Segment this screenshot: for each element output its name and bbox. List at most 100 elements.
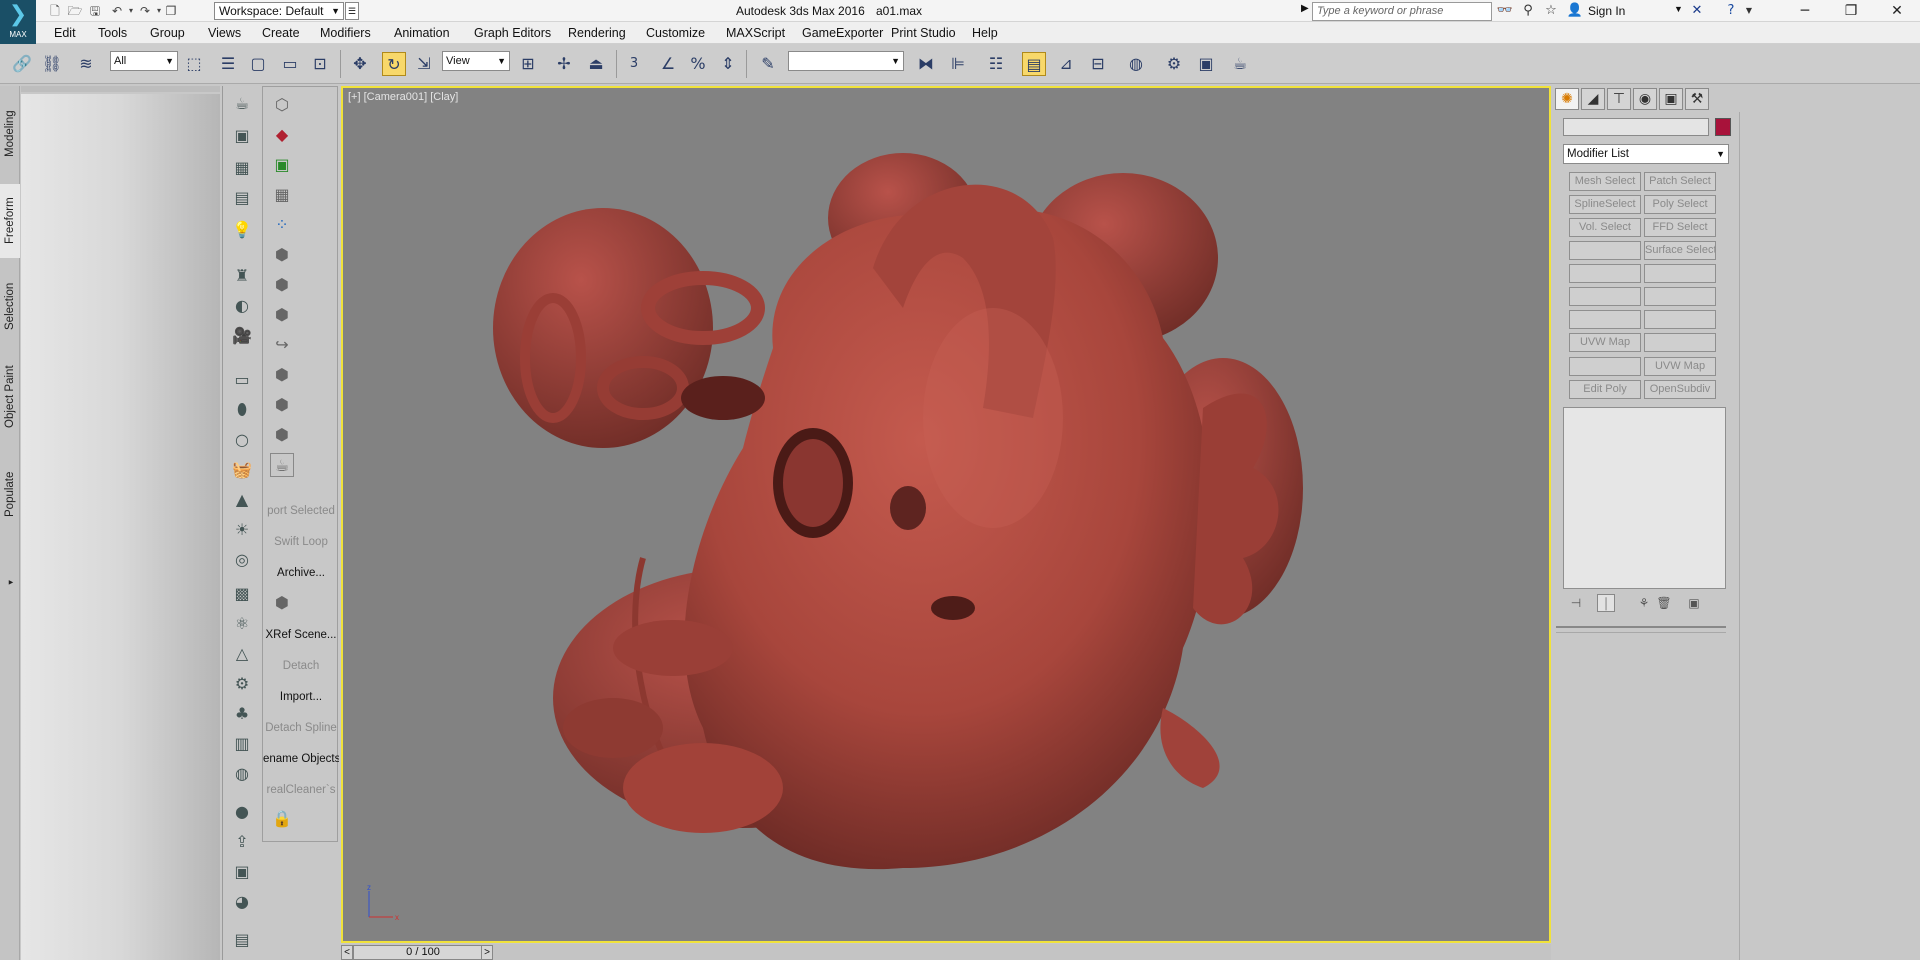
create-tab-sun-icon[interactable]: ✺ — [1555, 88, 1579, 110]
render-teapot-icon[interactable]: ☕ — [1228, 52, 1252, 76]
snaps-toggle-icon[interactable]: 3 — [622, 52, 646, 76]
cube-4-icon[interactable]: ⬢ — [270, 363, 294, 387]
pyramid-icon[interactable]: △ — [230, 642, 254, 666]
search-input[interactable]: Type a keyword or phrase — [1312, 2, 1492, 21]
object-name-field[interactable] — [1563, 118, 1709, 136]
stand-icon[interactable]: ♜ — [230, 264, 254, 288]
cube-5-icon[interactable]: ⬢ — [270, 393, 294, 417]
teapot-icon[interactable]: ☕ — [230, 92, 254, 116]
previous-frame-button[interactable]: < — [341, 945, 353, 960]
mesh-select-button[interactable]: Mesh Select — [1569, 172, 1641, 191]
project-folder-icon[interactable]: ❐ — [162, 3, 180, 19]
save-file-icon[interactable]: 🖫 — [86, 3, 104, 19]
chevron-down-icon[interactable]: ▼ — [1674, 4, 1683, 14]
menu-gameexporter[interactable]: GameExporter — [802, 26, 883, 40]
select-and-manipulate-icon[interactable]: ⊡ — [308, 52, 332, 76]
modifier-list-dropdown[interactable]: Modifier List ▼ — [1563, 144, 1729, 164]
uvw-map-button[interactable]: UVW Map — [1569, 333, 1641, 352]
plane-icon[interactable]: ▭ — [230, 368, 254, 392]
angle-snap-icon[interactable]: ∠ — [656, 52, 680, 76]
calculator-icon[interactable]: ▦ — [230, 156, 254, 180]
show-end-result-icon[interactable]: ⏐ — [1597, 594, 1615, 612]
viewport-label[interactable]: [+] [Camera001] [Clay] — [348, 91, 458, 103]
rename-objects-button[interactable]: ename Objects — [263, 753, 339, 765]
rendered-frame-window-icon[interactable]: ▣ — [1194, 52, 1218, 76]
select-manipulate-icon[interactable]: ✢ — [552, 52, 576, 76]
display-tab-icon[interactable]: ▣ — [1659, 88, 1683, 110]
ribbon-expand-icon[interactable]: ◂ — [0, 572, 20, 592]
configure-modifier-sets-icon[interactable]: ▣ — [1685, 594, 1703, 612]
minimize-button[interactable]: ─ — [1782, 0, 1828, 22]
align-icon[interactable]: ⊫ — [946, 52, 970, 76]
render-frame-icon[interactable]: ▣ — [230, 124, 254, 148]
gear-sphere-icon[interactable]: ⚙ — [230, 672, 254, 696]
table-icon[interactable]: ▤ — [230, 186, 254, 210]
uvw-map-button[interactable]: UVW Map — [1644, 357, 1716, 376]
cube-6-icon[interactable]: ⬢ — [270, 423, 294, 447]
sun-icon[interactable]: ☀ — [230, 518, 254, 542]
tab-populate[interactable]: Populate — [0, 454, 20, 534]
modifier-button-empty[interactable] — [1644, 287, 1716, 306]
curve-editor-icon[interactable]: ⊿ — [1054, 52, 1078, 76]
tab-selection[interactable]: Selection — [0, 270, 20, 342]
modify-tab-icon[interactable]: ◢ — [1581, 88, 1605, 110]
menu-create[interactable]: Create — [262, 26, 300, 40]
autodesk-exchange-icon[interactable]: ✕ — [1688, 3, 1706, 19]
spline-select-button[interactable]: SplineSelect — [1569, 195, 1641, 214]
modifier-button-empty[interactable] — [1644, 310, 1716, 329]
menu-maxscript[interactable]: MAXScript — [726, 26, 785, 40]
select-and-scale-icon[interactable]: ⇲ — [412, 52, 436, 76]
shell-icon[interactable]: ◍ — [230, 762, 254, 786]
selection-filter-dropdown[interactable]: All ▼ — [110, 51, 178, 71]
select-and-move-icon[interactable]: ✥ — [348, 52, 372, 76]
lock-icon[interactable]: 🔒 — [270, 807, 294, 831]
pivot-center-icon[interactable]: ⊞ — [516, 52, 540, 76]
cube-3-icon[interactable]: ⬢ — [270, 303, 294, 327]
swift-loop-button[interactable]: Swift Loop — [263, 536, 339, 548]
poly-select-button[interactable]: Poly Select — [1644, 195, 1716, 214]
new-file-icon[interactable]: 🗋 — [46, 3, 64, 19]
rectangular-selection-icon[interactable]: ▢ — [246, 52, 270, 76]
menu-animation[interactable]: Animation — [394, 26, 450, 40]
bind-space-warp-icon[interactable]: ≋ — [74, 52, 98, 76]
menu-graph-editors[interactable]: Graph Editors — [474, 26, 551, 40]
menu-views[interactable]: Views — [208, 26, 241, 40]
help-dropdown-icon[interactable]: ▼ — [1740, 3, 1758, 19]
toggle-ribbon-icon[interactable]: ▤ — [1022, 52, 1046, 76]
tab-object-paint[interactable]: Object Paint — [0, 352, 20, 442]
detach-button[interactable]: Detach — [263, 660, 339, 672]
percent-snap-icon[interactable]: % — [686, 52, 710, 76]
camera-film-icon[interactable]: 🎥 — [230, 324, 254, 348]
tab-modeling[interactable]: Modeling — [0, 94, 20, 174]
select-object-icon[interactable]: ⬚ — [182, 52, 206, 76]
restore-button[interactable]: ❐ — [1828, 0, 1874, 22]
render-setup-icon[interactable]: ⚙ — [1162, 52, 1186, 76]
modifier-button-empty[interactable] — [1569, 287, 1641, 306]
workspace-dropdown[interactable]: Workspace: Default ▼ — [214, 2, 344, 20]
cube-7-icon[interactable]: ⬢ — [270, 591, 294, 615]
modifier-button-empty[interactable] — [1569, 241, 1641, 260]
named-selection-sets-dropdown[interactable]: ▼ — [788, 51, 904, 71]
menu-help[interactable]: Help — [972, 26, 998, 40]
quick-access-customize-icon[interactable]: ☰ — [345, 2, 359, 20]
realcleaner-button[interactable]: realCleaner`s — [263, 784, 339, 796]
time-slider[interactable]: 0 / 100 — [353, 945, 493, 960]
utilities-tab-hammer-icon[interactable]: ⚒ — [1685, 88, 1709, 110]
sphere-icon[interactable]: ◐ — [230, 294, 254, 318]
application-menu-button[interactable]: ❯ MAX — [0, 0, 36, 44]
menu-tools[interactable]: Tools — [98, 26, 127, 40]
menu-modifiers[interactable]: Modifiers — [320, 26, 371, 40]
ffd-select-button[interactable]: FFD Select — [1644, 218, 1716, 237]
material-editor-icon[interactable]: ◍ — [1124, 52, 1148, 76]
patch-select-button[interactable]: Patch Select — [1644, 172, 1716, 191]
tab-freeform[interactable]: Freeform — [0, 184, 20, 258]
chest-icon[interactable]: ▥ — [230, 732, 254, 756]
communication-center-icon[interactable]: ⚲ — [1519, 3, 1537, 19]
export-icon[interactable]: ⇪ — [230, 830, 254, 854]
window-crossing-icon[interactable]: ▭ — [278, 52, 302, 76]
globe-icon[interactable]: ◕ — [230, 890, 254, 914]
make-unique-icon[interactable]: ⚘ — [1635, 594, 1653, 612]
cone-icon[interactable]: ▲ — [230, 488, 254, 512]
search-expand-icon[interactable]: ▶ — [1301, 3, 1309, 14]
modifier-button-empty[interactable] — [1644, 264, 1716, 283]
